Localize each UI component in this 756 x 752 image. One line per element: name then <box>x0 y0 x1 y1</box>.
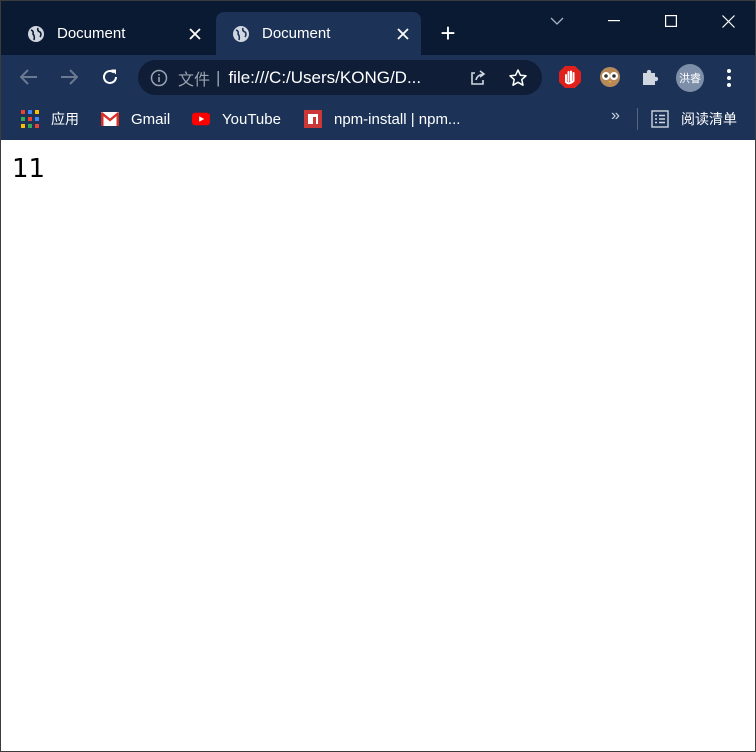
new-tab-button[interactable]: + <box>436 20 460 46</box>
tab-title: Document <box>57 25 126 42</box>
bookmarks-bar: 应用 Gmail YouTube npm-install | npm... » <box>1 100 755 140</box>
apps-grid-icon <box>21 110 39 128</box>
bookmark-label: 应用 <box>51 112 79 128</box>
bookmark-gmail[interactable]: Gmail <box>101 108 170 130</box>
url-separator: | <box>216 67 221 87</box>
globe-icon <box>232 25 250 43</box>
chevron-down-icon <box>550 17 564 25</box>
bookmark-label: npm-install | npm... <box>334 110 461 128</box>
close-icon <box>721 14 735 28</box>
url-text[interactable]: file:///C:/Users/KONG/D... <box>228 68 448 88</box>
url-scheme-label: 文件 <box>178 69 211 89</box>
gmail-icon <box>101 110 119 128</box>
tab-close-icon[interactable] <box>185 24 205 44</box>
more-menu-icon[interactable] <box>719 65 739 91</box>
profile-avatar[interactable]: 洪睿 <box>676 64 704 92</box>
bookmarks-divider <box>637 108 638 130</box>
bookmarks-overflow-button[interactable]: » <box>611 107 620 125</box>
youtube-icon <box>192 110 210 128</box>
minimize-icon <box>608 20 620 22</box>
maximize-button[interactable] <box>642 1 700 41</box>
forward-button[interactable] <box>55 63 83 91</box>
bookmark-apps[interactable]: 应用 <box>21 108 79 130</box>
tab-strip: Document Document + <box>1 1 755 55</box>
reading-list-label: 阅读清单 <box>681 112 737 128</box>
reading-list-icon <box>651 110 669 128</box>
reading-list-button[interactable]: 阅读清单 <box>651 108 737 130</box>
browser-window: Document Document + 文件 | file:///C:/User… <box>0 0 756 752</box>
close-window-button[interactable] <box>699 1 756 41</box>
bookmark-npm[interactable]: npm-install | npm... <box>304 108 460 130</box>
reload-icon <box>103 69 117 84</box>
tab-close-icon[interactable] <box>393 24 413 44</box>
tab-title: Document <box>262 25 331 42</box>
back-button[interactable] <box>15 63 43 91</box>
share-icon[interactable] <box>468 68 488 88</box>
info-icon[interactable] <box>150 69 168 87</box>
bookmark-youtube[interactable]: YouTube <box>192 108 281 130</box>
minimize-button[interactable] <box>585 1 643 41</box>
arrow-left-icon <box>20 69 37 85</box>
npm-icon <box>304 110 322 128</box>
maximize-icon <box>665 15 677 27</box>
tab-search-button[interactable] <box>528 1 586 41</box>
bookmark-star-icon[interactable] <box>508 68 528 88</box>
reload-button[interactable] <box>96 63 124 91</box>
bookmark-label: Gmail <box>131 110 171 128</box>
tab-document-1[interactable]: Document <box>1 12 213 55</box>
address-bar[interactable]: 文件 | file:///C:/Users/KONG/D... <box>138 60 542 95</box>
toolbar: 文件 | file:///C:/Users/KONG/D... 洪睿 <box>1 55 755 100</box>
extensions-puzzle-icon[interactable] <box>638 65 662 89</box>
page-content: 11 <box>1 140 755 751</box>
bookmark-label: YouTube <box>222 110 281 128</box>
owl-extension-icon[interactable] <box>598 65 622 89</box>
arrow-right-icon <box>61 69 78 85</box>
globe-icon <box>27 25 45 43</box>
adblock-extension-icon[interactable] <box>558 65 582 89</box>
tab-document-2[interactable]: Document <box>216 12 421 55</box>
page-text: 11 <box>12 154 46 184</box>
